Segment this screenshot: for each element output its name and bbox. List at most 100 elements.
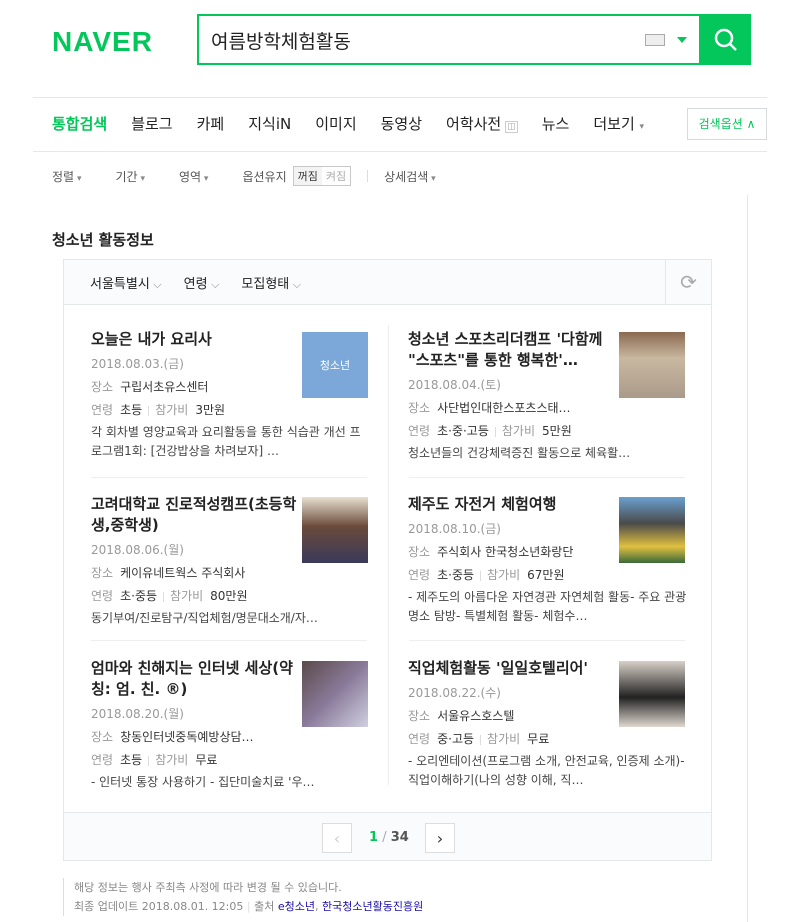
card-desc: - 제주도의 아름다운 자연경관 자연체험 활동- 주요 관광명소 탐방- 특별… bbox=[408, 590, 687, 623]
divider bbox=[480, 734, 482, 745]
source-label: 출처 bbox=[254, 900, 275, 913]
keep-option-toggle[interactable]: 꺼짐 켜짐 bbox=[292, 166, 352, 186]
keyboard-icon[interactable] bbox=[645, 34, 665, 46]
card-place: 장소 서울유스호스텔 bbox=[408, 707, 614, 724]
divider bbox=[33, 151, 767, 152]
fee-label: 참가비 bbox=[501, 424, 536, 438]
sort-dropdown[interactable]: 정렬 bbox=[52, 168, 81, 185]
fee-label: 참가비 bbox=[487, 732, 521, 746]
card-title[interactable]: 엄마와 친해지는 인터넷 세상(약칭: 엄. 친. ®) bbox=[91, 658, 297, 700]
card-thumbnail[interactable] bbox=[302, 661, 368, 727]
place-value: 주식회사 한국청소년화랑단 bbox=[437, 545, 574, 559]
fee-value: 80만원 bbox=[210, 589, 248, 603]
card-thumbnail[interactable] bbox=[302, 497, 368, 563]
note-text: 해당 정보는 행사 주최측 사정에 따라 변경 될 수 있습니다. bbox=[74, 881, 342, 894]
place-label: 장소 bbox=[91, 380, 114, 394]
card-title[interactable]: 직업체험활동 '일일호텔리어' bbox=[408, 658, 614, 679]
chevron-down-icon: ▾ bbox=[639, 122, 645, 132]
card-thumbnail[interactable] bbox=[619, 661, 685, 727]
age-label: 연령 bbox=[91, 589, 114, 603]
divider bbox=[91, 640, 367, 641]
naver-logo[interactable]: NAVER bbox=[52, 26, 153, 58]
divider bbox=[91, 477, 367, 478]
search-input[interactable] bbox=[211, 26, 631, 54]
chevron-up-icon: ∧ bbox=[746, 117, 756, 131]
tab-video[interactable]: 동영상 bbox=[381, 113, 422, 134]
note-source: 최종 업데이트 2018.08.01. 12:05 | 출처 e청소년, 한국청… bbox=[74, 900, 424, 913]
tab-cafe[interactable]: 카페 bbox=[197, 113, 225, 134]
age-value: 초·중등 bbox=[437, 568, 475, 582]
area-dropdown[interactable]: 영역 bbox=[179, 168, 208, 185]
prev-page-button[interactable]: ‹ bbox=[322, 823, 352, 853]
fee-value: 5만원 bbox=[542, 424, 572, 438]
place-value: 구립서초유스센터 bbox=[120, 380, 209, 394]
place-label: 장소 bbox=[91, 730, 114, 744]
card-title[interactable]: 청소년 스포츠리더캠프 '다함께 "스포츠"를 통한 행복한'… bbox=[408, 329, 614, 371]
tab-integrated[interactable]: 통합검색 bbox=[52, 113, 107, 134]
fee-value: 무료 bbox=[195, 753, 218, 767]
recruit-type-dropdown[interactable]: 모집형태 bbox=[241, 273, 301, 292]
search-option-button[interactable]: 검색옵션 ∧ bbox=[687, 108, 767, 140]
tab-kin[interactable]: 지식iN bbox=[248, 113, 291, 134]
fee-label: 참가비 bbox=[155, 403, 189, 417]
divider bbox=[148, 405, 150, 416]
card-thumbnail[interactable]: 청소년 bbox=[302, 332, 368, 398]
place-label: 장소 bbox=[91, 566, 114, 580]
card-meta: 연령 초·중등 참가비 67만원 bbox=[408, 566, 614, 583]
period-dropdown[interactable]: 기간 bbox=[115, 168, 144, 185]
age-value: 초·중·고등 bbox=[437, 424, 489, 438]
search-button[interactable] bbox=[701, 14, 751, 65]
toggle-off-option[interactable]: 꺼짐 bbox=[293, 167, 322, 185]
card-title[interactable]: 제주도 자전거 체험여행 bbox=[408, 494, 614, 515]
divider bbox=[409, 640, 685, 641]
age-value: 중·고등 bbox=[437, 732, 475, 746]
age-label: 연령 bbox=[91, 753, 114, 767]
card-thumbnail[interactable] bbox=[619, 332, 685, 398]
fee-label: 참가비 bbox=[170, 589, 204, 603]
source-link[interactable]: 한국청소년활동진흥원 bbox=[322, 900, 423, 913]
card-place: 장소 사단법인대한스포츠스태… bbox=[408, 399, 614, 416]
age-value: 초·중등 bbox=[120, 589, 158, 603]
card-title[interactable]: 오늘은 내가 요리사 bbox=[91, 329, 297, 350]
detail-search-dropdown[interactable]: 상세검색 bbox=[384, 168, 436, 185]
place-label: 장소 bbox=[408, 545, 431, 559]
next-page-button[interactable]: › bbox=[425, 823, 455, 853]
card-place: 장소 창동인터넷중독예방상담… bbox=[91, 728, 297, 745]
card-desc: - 인터넷 통장 사용하기 - 집단미술치료 '우… bbox=[91, 775, 315, 789]
toggle-on-option[interactable]: 켜짐 bbox=[322, 167, 350, 185]
card-place: 장소 케이유네트웍스 주식회사 bbox=[91, 564, 297, 581]
age-label: 연령 bbox=[91, 403, 114, 417]
thumbnail-caption: 청소년 bbox=[319, 359, 351, 372]
divider bbox=[367, 170, 369, 182]
card-meta: 연령 초등 참가비 무료 bbox=[91, 751, 297, 768]
divider bbox=[33, 97, 767, 98]
tab-blog[interactable]: 블로그 bbox=[131, 113, 172, 134]
tab-image[interactable]: 이미지 bbox=[315, 113, 356, 134]
card-desc: - 오리엔테이션(프로그램 소개, 안전교육, 인증제 소개)- 직업이해하기(… bbox=[408, 754, 685, 787]
place-value: 창동인터넷중독예방상담… bbox=[120, 730, 254, 744]
region-dropdown[interactable]: 서울특별시 bbox=[90, 273, 162, 292]
section-title: 청소년 활동정보 bbox=[52, 231, 154, 249]
age-label: 연령 bbox=[408, 732, 431, 746]
refresh-icon[interactable]: ⟳ bbox=[665, 260, 711, 304]
card-title[interactable]: 고려대학교 진로적성캠프(초등학생,중학생) bbox=[91, 494, 297, 536]
search-box[interactable] bbox=[197, 14, 701, 65]
tab-news[interactable]: 뉴스 bbox=[542, 113, 570, 134]
card-place: 장소 주식회사 한국청소년화랑단 bbox=[408, 543, 614, 560]
card-place: 장소 구립서초유스센터 bbox=[91, 378, 297, 395]
divider bbox=[747, 195, 748, 922]
card-meta: 연령 중·고등 참가비 무료 bbox=[408, 730, 614, 747]
page-indicator: 1 / 34 bbox=[369, 830, 409, 845]
card-thumbnail[interactable] bbox=[619, 497, 685, 563]
autocomplete-arrow-icon[interactable] bbox=[677, 37, 687, 43]
tab-dictionary[interactable]: 어학사전 ◫ bbox=[446, 113, 518, 134]
card-desc: 동기부여/진로탐구/직업체험/명문대소개/자… bbox=[91, 611, 318, 625]
card-desc: 각 회차별 영양교육과 요리활동을 통한 식습관 개선 프로그램1회: [건강밥… bbox=[91, 425, 361, 458]
fee-label: 참가비 bbox=[487, 568, 521, 582]
source-link[interactable]: e청소년 bbox=[278, 900, 315, 913]
tab-more[interactable]: 더보기 ▾ bbox=[593, 113, 644, 134]
column-divider bbox=[388, 325, 389, 785]
divider: | bbox=[246, 900, 251, 913]
age-dropdown[interactable]: 연령 bbox=[184, 273, 220, 292]
age-label: 연령 bbox=[408, 568, 431, 582]
